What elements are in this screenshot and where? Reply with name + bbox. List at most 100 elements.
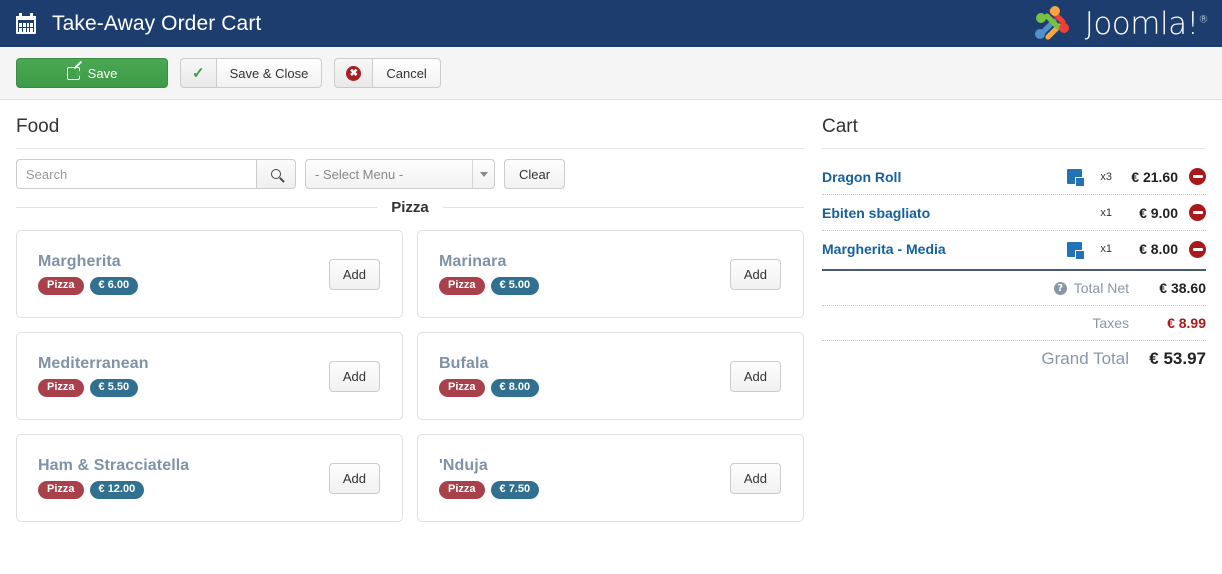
price-badge: € 5.00 bbox=[490, 277, 540, 295]
food-name: Ham & Stracciatella bbox=[38, 457, 190, 474]
food-name: Marinara bbox=[439, 253, 507, 270]
cart-row: Margherita - Media x1 € 8.00 bbox=[822, 231, 1206, 267]
food-card-meta: Mediterranean Pizza € 5.50 bbox=[38, 355, 149, 397]
food-card[interactable]: Margherita Pizza € 6.00 Add bbox=[16, 230, 403, 318]
price-badge: € 12.00 bbox=[89, 481, 145, 499]
cart-totals: ? Total Net € 38.60 Taxes € 8.99 Grand T… bbox=[822, 271, 1206, 376]
pencil-square-icon bbox=[66, 66, 80, 80]
category-name: Pizza bbox=[391, 199, 429, 216]
toolbar: Save ✓ Save & Close ✖ Cancel bbox=[0, 47, 1222, 100]
total-value: € 8.99 bbox=[1167, 315, 1206, 331]
save-and-close-label: Save & Close bbox=[229, 65, 309, 81]
page-title: Take-Away Order Cart bbox=[52, 11, 262, 35]
cancel-button[interactable]: ✖ Cancel bbox=[334, 58, 441, 88]
cart-item-name[interactable]: Ebiten sbagliato bbox=[822, 205, 1059, 221]
total-label: Total Net bbox=[1073, 280, 1129, 296]
add-button[interactable]: Add bbox=[328, 360, 380, 392]
add-button-label: Add bbox=[743, 470, 767, 486]
cart-panel-title: Cart bbox=[822, 116, 1206, 149]
joomla-logo: Joomla!® bbox=[1030, 4, 1208, 44]
total-row-grand: Grand Total € 53.97 bbox=[822, 341, 1206, 376]
price-badge: € 5.50 bbox=[89, 379, 139, 397]
add-button-label: Add bbox=[743, 266, 767, 282]
add-button-label: Add bbox=[743, 368, 767, 384]
category-badge: Pizza bbox=[38, 277, 84, 295]
food-panel-title: Food bbox=[16, 116, 804, 149]
category-badge: Pizza bbox=[439, 277, 485, 295]
total-row-net: ? Total Net € 38.60 bbox=[822, 271, 1206, 306]
menu-select[interactable]: - Select Menu - bbox=[305, 159, 495, 189]
cart-item-name[interactable]: Dragon Roll bbox=[822, 169, 1059, 185]
total-label: Taxes bbox=[1092, 315, 1129, 331]
food-name: Bufala bbox=[439, 355, 489, 372]
food-card[interactable]: Mediterranean Pizza € 5.50 Add bbox=[16, 332, 403, 420]
cancel-icon-wrap[interactable]: ✖ bbox=[334, 58, 373, 88]
joomla-wordmark: Joomla!® bbox=[1084, 5, 1209, 42]
food-card[interactable]: Marinara Pizza € 5.00 Add bbox=[417, 230, 804, 318]
category-badge: Pizza bbox=[38, 379, 84, 397]
add-button[interactable]: Add bbox=[729, 462, 781, 494]
cart-item-qty: x1 bbox=[1100, 206, 1112, 219]
cancel-label-wrap[interactable]: Cancel bbox=[372, 58, 441, 88]
calendar-icon bbox=[15, 12, 37, 35]
check-icon: ✓ bbox=[192, 65, 205, 82]
cart-item-price: € 8.00 bbox=[1139, 241, 1178, 257]
food-card-meta: Bufala Pizza € 8.00 bbox=[439, 355, 540, 397]
price-badge: € 6.00 bbox=[89, 277, 139, 295]
search-button[interactable] bbox=[256, 159, 296, 189]
category-badge: Pizza bbox=[38, 481, 84, 499]
search-icon bbox=[271, 169, 281, 179]
add-button[interactable]: Add bbox=[729, 258, 781, 290]
save-and-close-label-wrap[interactable]: Save & Close bbox=[215, 58, 323, 88]
add-button-label: Add bbox=[342, 470, 366, 486]
remove-circle-icon[interactable] bbox=[1189, 240, 1206, 258]
add-button[interactable]: Add bbox=[328, 258, 380, 290]
food-name: Margherita bbox=[38, 253, 121, 270]
category-badge: Pizza bbox=[439, 481, 485, 499]
price-badge: € 8.00 bbox=[490, 379, 540, 397]
food-card-meta: Ham & Stracciatella Pizza € 12.00 bbox=[38, 457, 189, 499]
food-badges: Pizza € 5.50 bbox=[38, 379, 149, 397]
divider-right bbox=[442, 207, 805, 208]
save-and-close-button[interactable]: ✓ Save & Close bbox=[180, 58, 323, 88]
cart-item-qty: x1 bbox=[1100, 243, 1112, 255]
food-card[interactable]: 'Nduja Pizza € 7.50 Add bbox=[417, 434, 804, 522]
check-icon-wrap[interactable]: ✓ bbox=[180, 58, 216, 88]
note-icon[interactable] bbox=[1067, 169, 1085, 187]
food-badges: Pizza € 12.00 bbox=[38, 481, 189, 499]
food-panel: Food - Select Menu - Clear Pizza bbox=[0, 100, 818, 522]
cart-item-qty: x3 bbox=[1100, 170, 1112, 183]
food-name: 'Nduja bbox=[439, 457, 488, 474]
add-button[interactable]: Add bbox=[328, 462, 380, 494]
food-card-meta: Margherita Pizza € 6.00 bbox=[38, 253, 139, 295]
food-card-meta: Marinara Pizza € 5.00 bbox=[439, 253, 540, 295]
cart-item-name[interactable]: Margherita - Media bbox=[822, 241, 1059, 257]
clear-button[interactable]: Clear bbox=[504, 159, 566, 189]
food-badges: Pizza € 6.00 bbox=[38, 277, 139, 295]
food-badges: Pizza € 5.00 bbox=[439, 277, 540, 295]
food-card[interactable]: Bufala Pizza € 8.00 Add bbox=[417, 332, 804, 420]
help-icon[interactable]: ? bbox=[1053, 281, 1067, 295]
clear-button-label: Clear bbox=[519, 166, 551, 182]
food-filter-bar: - Select Menu - Clear bbox=[16, 159, 804, 189]
chevron-down-icon[interactable] bbox=[472, 160, 494, 188]
remove-circle-icon[interactable] bbox=[1189, 204, 1206, 221]
note-icon[interactable] bbox=[1067, 241, 1085, 260]
cart-panel: Cart Dragon Roll x3 € 21.60 Ebiten sbagl… bbox=[818, 100, 1222, 522]
cancel-label: Cancel bbox=[386, 65, 427, 81]
food-card[interactable]: Ham & Stracciatella Pizza € 12.00 Add bbox=[16, 434, 403, 522]
remove-circle-icon[interactable] bbox=[1189, 168, 1206, 185]
price-badge: € 7.50 bbox=[490, 481, 540, 499]
add-button-label: Add bbox=[342, 368, 366, 384]
divider-left bbox=[16, 207, 378, 208]
total-row-taxes: Taxes € 8.99 bbox=[822, 306, 1206, 341]
add-button[interactable]: Add bbox=[729, 360, 781, 392]
save-button[interactable]: Save bbox=[16, 58, 168, 88]
food-badges: Pizza € 8.00 bbox=[439, 379, 540, 397]
search-input[interactable] bbox=[16, 159, 256, 189]
category-heading: Pizza bbox=[16, 199, 805, 216]
food-grid: Margherita Pizza € 6.00 Add Marinara Piz… bbox=[16, 230, 804, 522]
food-badges: Pizza € 7.50 bbox=[439, 481, 540, 499]
save-button-label: Save bbox=[87, 65, 118, 81]
app-header: Take-Away Order Cart Joomla!® bbox=[0, 0, 1222, 47]
